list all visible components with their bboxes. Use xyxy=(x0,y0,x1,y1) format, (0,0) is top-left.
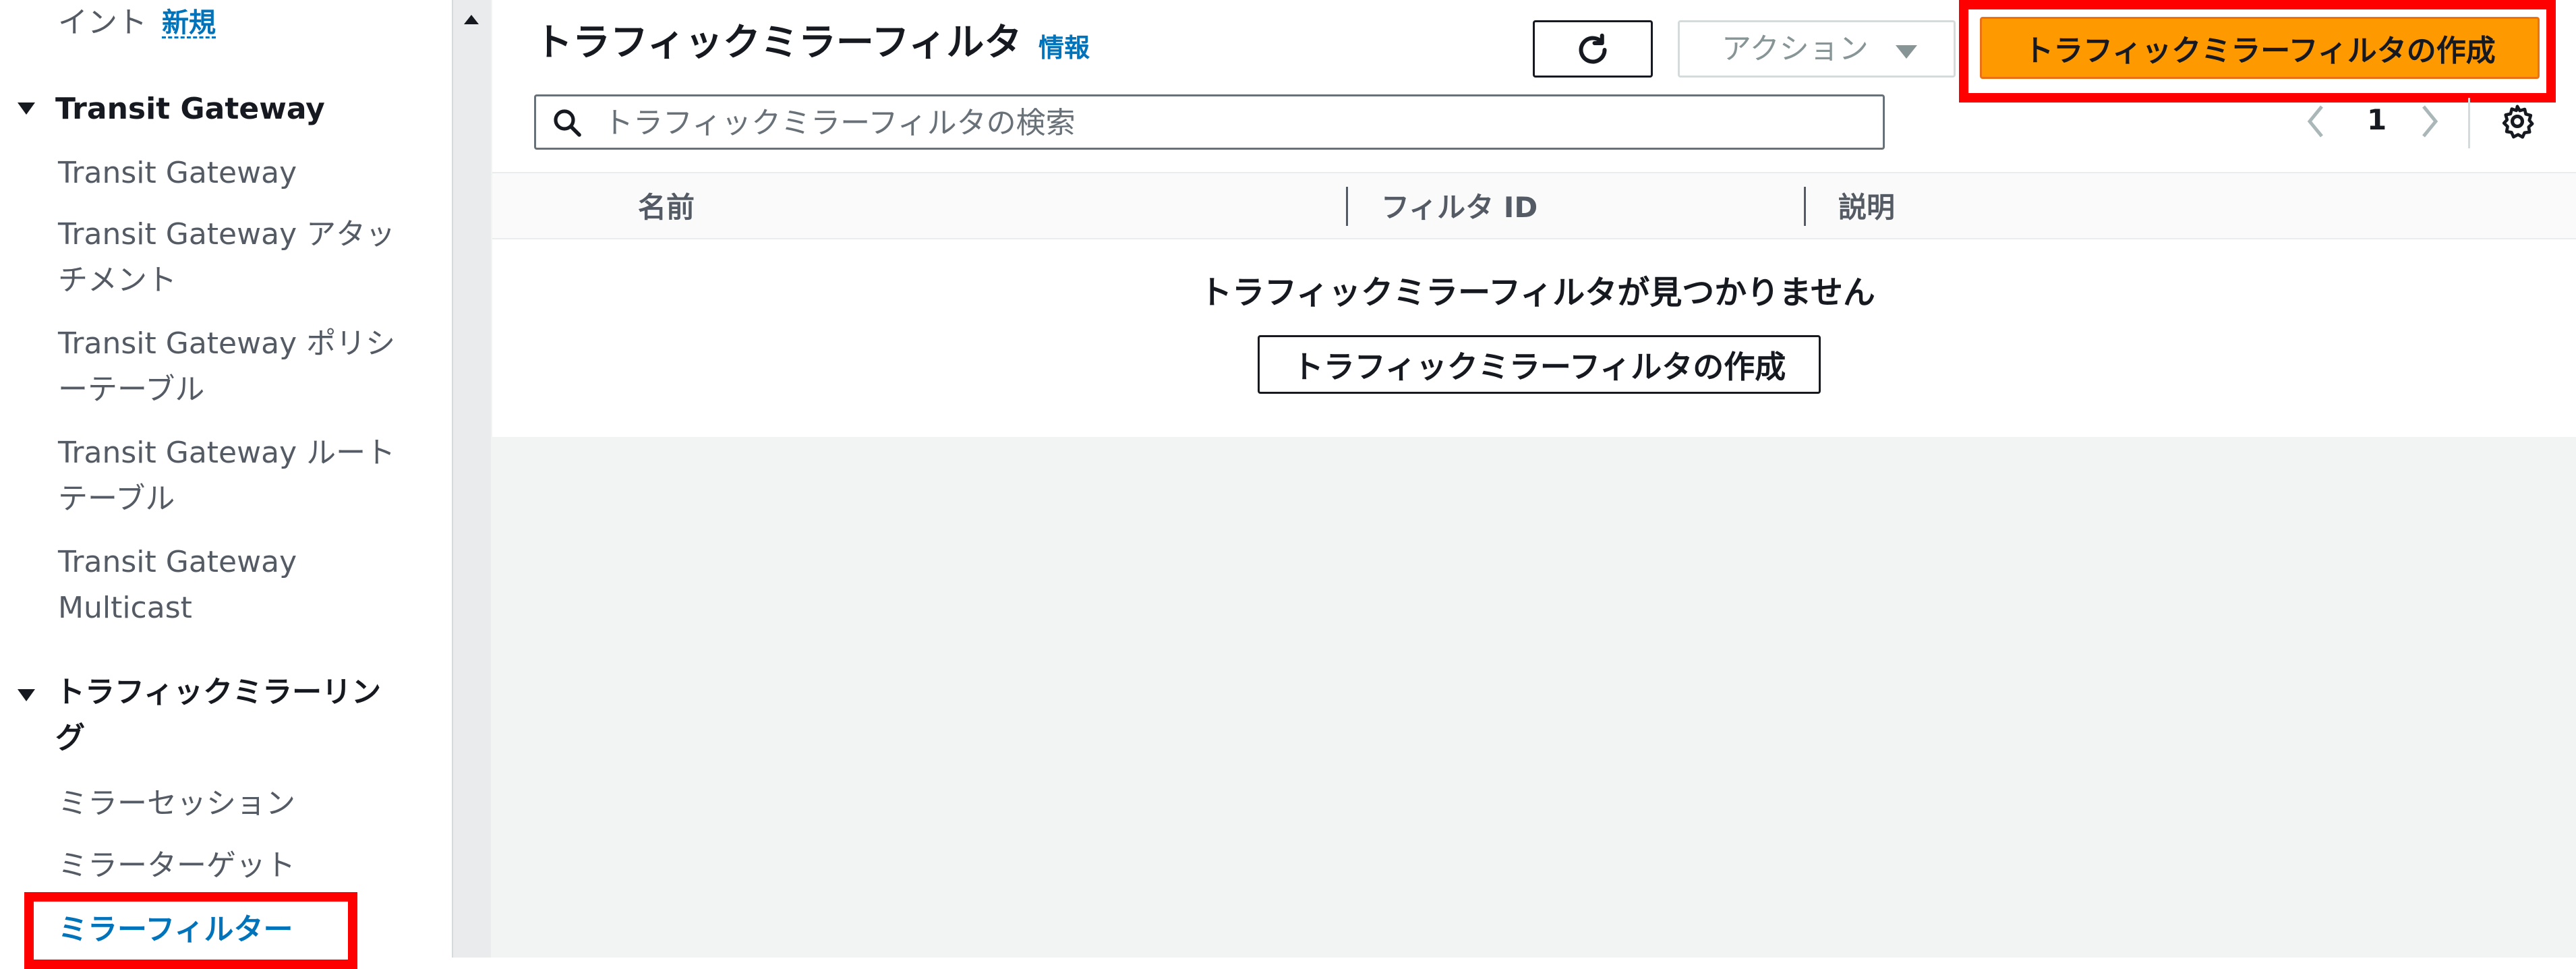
sidebar: イント 新規 Transit Gateway Transit Gateway T… xyxy=(0,0,452,969)
info-link[interactable]: 情報 xyxy=(1038,35,1090,61)
search-input[interactable]: トラフィックミラーフィルタの検索 xyxy=(534,94,1885,150)
empty-state-create-label: トラフィックミラーフィルタの作成 xyxy=(1292,348,1786,385)
gear-icon[interactable] xyxy=(2498,102,2536,140)
sidebar-item-mirror-sessions[interactable]: ミラーセッション xyxy=(58,789,295,819)
page-title: トラフィックミラーフィルタ xyxy=(535,21,1022,65)
sidebar-item-tgw-multicast[interactable]: Transit Gateway xyxy=(58,548,297,577)
column-resizer[interactable] xyxy=(1346,187,1348,226)
sidebar-scrollbar[interactable] xyxy=(452,0,491,958)
actions-button[interactable]: アクション xyxy=(1678,20,1956,78)
empty-state-create-button[interactable]: トラフィックミラーフィルタの作成 xyxy=(1258,335,1821,394)
column-resizer[interactable] xyxy=(1804,187,1806,226)
sidebar-item-transit-gateway[interactable]: Transit Gateway xyxy=(58,158,297,188)
column-header-description[interactable]: 説明 xyxy=(1838,194,1895,222)
column-header-filter-id[interactable]: フィルタ ID xyxy=(1381,194,1538,222)
search-icon xyxy=(554,109,581,137)
sidebar-item-tgw-policy-tables-cont[interactable]: ーテーブル xyxy=(58,375,204,405)
scroll-up-icon[interactable] xyxy=(464,15,479,24)
table-header: 名前 フィルタ ID 説明 xyxy=(492,172,2576,239)
empty-state-title: トラフィックミラーフィルタが見つかりません xyxy=(1200,274,1875,312)
sidebar-section-transit-gateway[interactable]: Transit Gateway xyxy=(55,94,325,124)
sidebar-item-tgw-route-tables-cont[interactable]: テーブル xyxy=(58,484,175,514)
sidebar-item-tgw-policy-tables[interactable]: Transit Gateway ポリシ xyxy=(58,329,395,359)
pager-divider xyxy=(2468,98,2470,148)
refresh-icon xyxy=(1579,33,1607,64)
caret-down-icon[interactable] xyxy=(18,689,35,701)
sidebar-item-tgw-multicast-cont[interactable]: Multicast xyxy=(58,593,192,623)
refresh-button[interactable] xyxy=(1533,20,1653,78)
chevron-right-icon[interactable] xyxy=(2416,101,2442,142)
new-badge: 新規 xyxy=(162,7,216,38)
sidebar-section-traffic-mirroring-cont[interactable]: グ xyxy=(55,724,85,753)
actions-label: アクション xyxy=(1722,32,1869,66)
caret-down-icon[interactable] xyxy=(18,102,35,115)
sidebar-item-tgw-route-tables[interactable]: Transit Gateway ルート xyxy=(58,438,395,468)
sidebar-item-mirror-targets[interactable]: ミラーターゲット xyxy=(58,851,295,881)
sidebar-item-tgw-attachments-cont[interactable]: チメント xyxy=(58,266,177,295)
sidebar-item-tgw-attachments[interactable]: Transit Gateway アタッ xyxy=(58,220,395,249)
create-filter-button[interactable]: トラフィックミラーフィルタの作成 xyxy=(1980,17,2540,79)
chevron-left-icon[interactable] xyxy=(2303,101,2330,142)
sidebar-item-endpoint[interactable]: イント xyxy=(58,8,147,38)
column-header-name[interactable]: 名前 xyxy=(638,194,695,222)
create-filter-label: トラフィックミラーフィルタの作成 xyxy=(2024,34,2496,68)
search-placeholder: トラフィックミラーフィルタの検索 xyxy=(604,106,1076,140)
sidebar-section-traffic-mirroring[interactable]: トラフィックミラーリン xyxy=(55,678,381,707)
page-number[interactable]: 1 xyxy=(2367,106,2387,134)
caret-down-icon xyxy=(1896,45,1917,59)
highlight-box-sidebar xyxy=(24,892,357,969)
